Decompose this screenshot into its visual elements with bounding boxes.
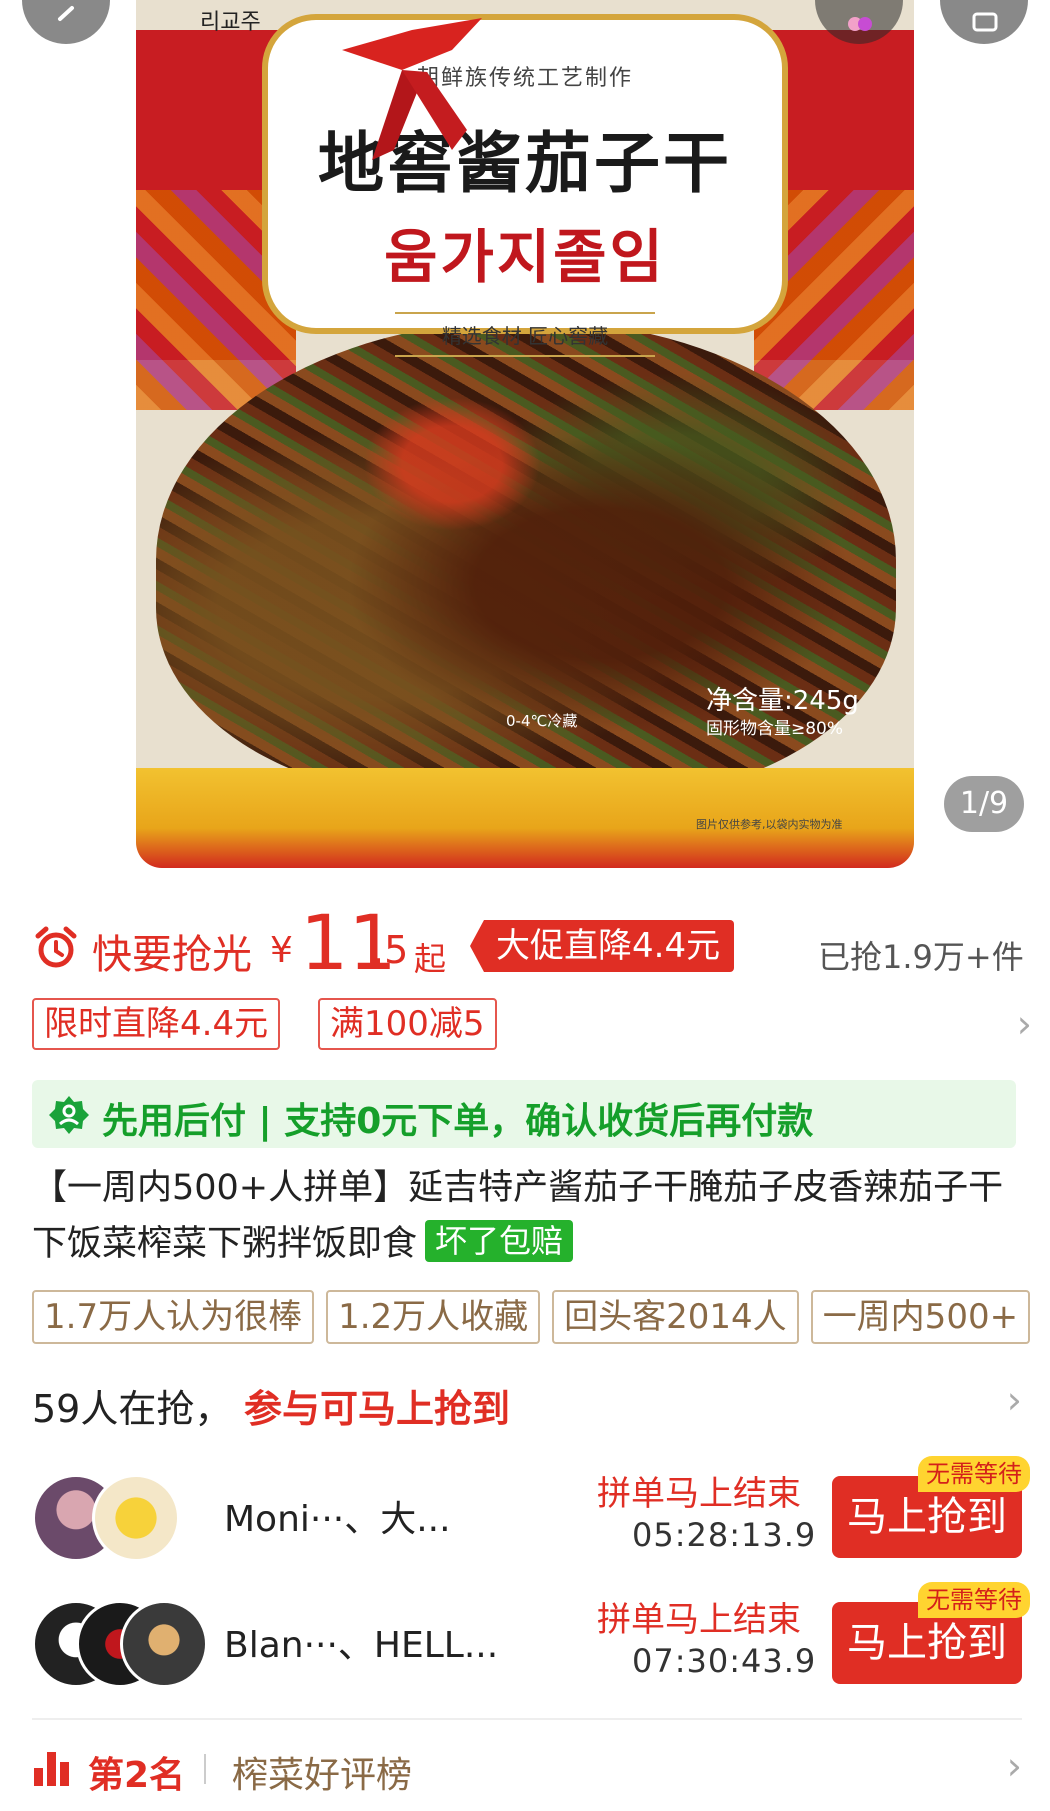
group-member-names: Blan···、HELL...: [224, 1625, 499, 1666]
coupon-row[interactable]: 限时直降4.4元 满100减5 ›: [32, 998, 1032, 1054]
avatar: [92, 1474, 180, 1562]
product-title: 【一周内500+人拼单】延吉特产酱茄子干腌茄子皮香辣茄子干下饭菜榨菜下粥拌饭即食…: [32, 1160, 1022, 1272]
ranking-bars-icon: [34, 1752, 69, 1786]
product-image-carousel[interactable]: 朝鲜族传统工艺制作 地窖酱茄子干 움가지졸임 精选食材 匠心窖藏 0-4℃冷藏 …: [0, 0, 1050, 868]
tag-likes: 1.7万人认为很棒: [32, 1290, 315, 1344]
rank-position: 第2名: [88, 1755, 186, 1796]
group-buy-count: 59人在抢，: [32, 1387, 233, 1431]
ribbon-icon: [342, 18, 482, 160]
coupon-limited-discount[interactable]: 限时直降4.4元: [32, 998, 281, 1050]
group-buy-header[interactable]: 59人在抢， 参与可马上抢到 ›: [32, 1372, 1022, 1432]
guarantee-badge: 坏了包赔: [425, 1220, 574, 1262]
group-ending-label: 拼单马上结束: [597, 1474, 801, 1514]
net-weight-label: 净含量:245g: [706, 686, 859, 716]
urgency-label: 快要抢光: [92, 932, 252, 978]
tag-repeat-buyers: 回头客2014人: [552, 1290, 799, 1344]
no-wait-badge: 无需等待: [918, 1456, 1030, 1492]
divider: [32, 1718, 1022, 1720]
chevron-right-icon[interactable]: ›: [1007, 1378, 1022, 1422]
price-decimal: .5: [372, 928, 409, 972]
price-row: 快要抢光 ¥ 11 .5 起 大促直降4.4元 已抢1.9万+件: [0, 898, 1050, 990]
package-disclaimer: 图片仅供参考,以袋内实物为准: [696, 818, 843, 831]
chevron-right-icon[interactable]: ›: [1017, 1002, 1032, 1046]
alarm-clock-icon: [35, 926, 77, 968]
cart-icon: [972, 12, 998, 32]
group-countdown: 05:28:13.9: [632, 1516, 817, 1554]
brand-tag: 리교주: [200, 10, 261, 35]
price-suffix: 起: [414, 940, 447, 978]
pay-later-text: 先用后付 | 支持0元下单，确认收货后再付款: [102, 1101, 814, 1142]
group-avatars: [32, 1474, 212, 1564]
tag-weekly-orders: 一周内500+: [810, 1290, 1031, 1344]
pay-later-badge-icon: [49, 1096, 89, 1134]
social-proof-tags: 1.7万人认为很棒 1.2万人收藏 回头客2014人 一周内500+: [32, 1290, 1050, 1346]
package-info: 0-4℃冷藏 净含量:245g 固形物含量≥80%: [506, 680, 896, 740]
avatar: [120, 1600, 208, 1688]
coupon-spend-discount[interactable]: 满100减5: [318, 998, 497, 1050]
group-countdown: 07:30:43.9: [632, 1642, 817, 1680]
group-row: Moni···、大... 拼单马上结束 05:28:13.9 马上抢到 无需等待: [32, 1456, 1030, 1566]
storage-label: 0-4℃冷藏: [506, 712, 578, 730]
cart-button[interactable]: [940, 0, 1028, 44]
back-button[interactable]: [22, 0, 110, 44]
group-row: Blan···、HELL... 拼单马上结束 07:30:43.9 马上抢到 无…: [32, 1582, 1030, 1692]
rank-list-name: 榨菜好评榜: [232, 1755, 413, 1796]
tag-favorites: 1.2万人收藏: [326, 1290, 541, 1344]
image-counter: 1/9: [944, 776, 1024, 832]
pay-later-banner[interactable]: 先用后付 | 支持0元下单，确认收货后再付款: [32, 1080, 1016, 1148]
no-wait-badge: 无需等待: [918, 1582, 1030, 1618]
product-package-image: 朝鲜族传统工艺制作 地窖酱茄子干 움가지졸임 精选食材 匠心窖藏 0-4℃冷藏 …: [136, 0, 914, 868]
sold-count: 已抢1.9万+件: [818, 938, 1024, 976]
chevron-right-icon[interactable]: ›: [1007, 1744, 1022, 1788]
share-icon: [848, 17, 872, 31]
group-ending-label: 拼单马上结束: [597, 1600, 801, 1640]
ranking-row[interactable]: 第2名 榨菜好评榜 ›: [32, 1738, 1022, 1798]
group-member-names: Moni···、大...: [224, 1499, 451, 1540]
group-avatars: [32, 1600, 212, 1690]
rank-separator: [204, 1754, 206, 1784]
group-buy-cta: 参与可马上抢到: [244, 1387, 511, 1431]
package-title-kr: 움가지졸임: [384, 223, 666, 291]
package-slogan: 精选食材 匠心窖藏: [395, 312, 655, 357]
promo-badge: 大促直降4.4元: [470, 920, 735, 972]
solid-content-label: 固形物含量≥80%: [706, 719, 844, 739]
currency-symbol: ¥: [270, 930, 293, 971]
back-icon: [58, 6, 74, 21]
